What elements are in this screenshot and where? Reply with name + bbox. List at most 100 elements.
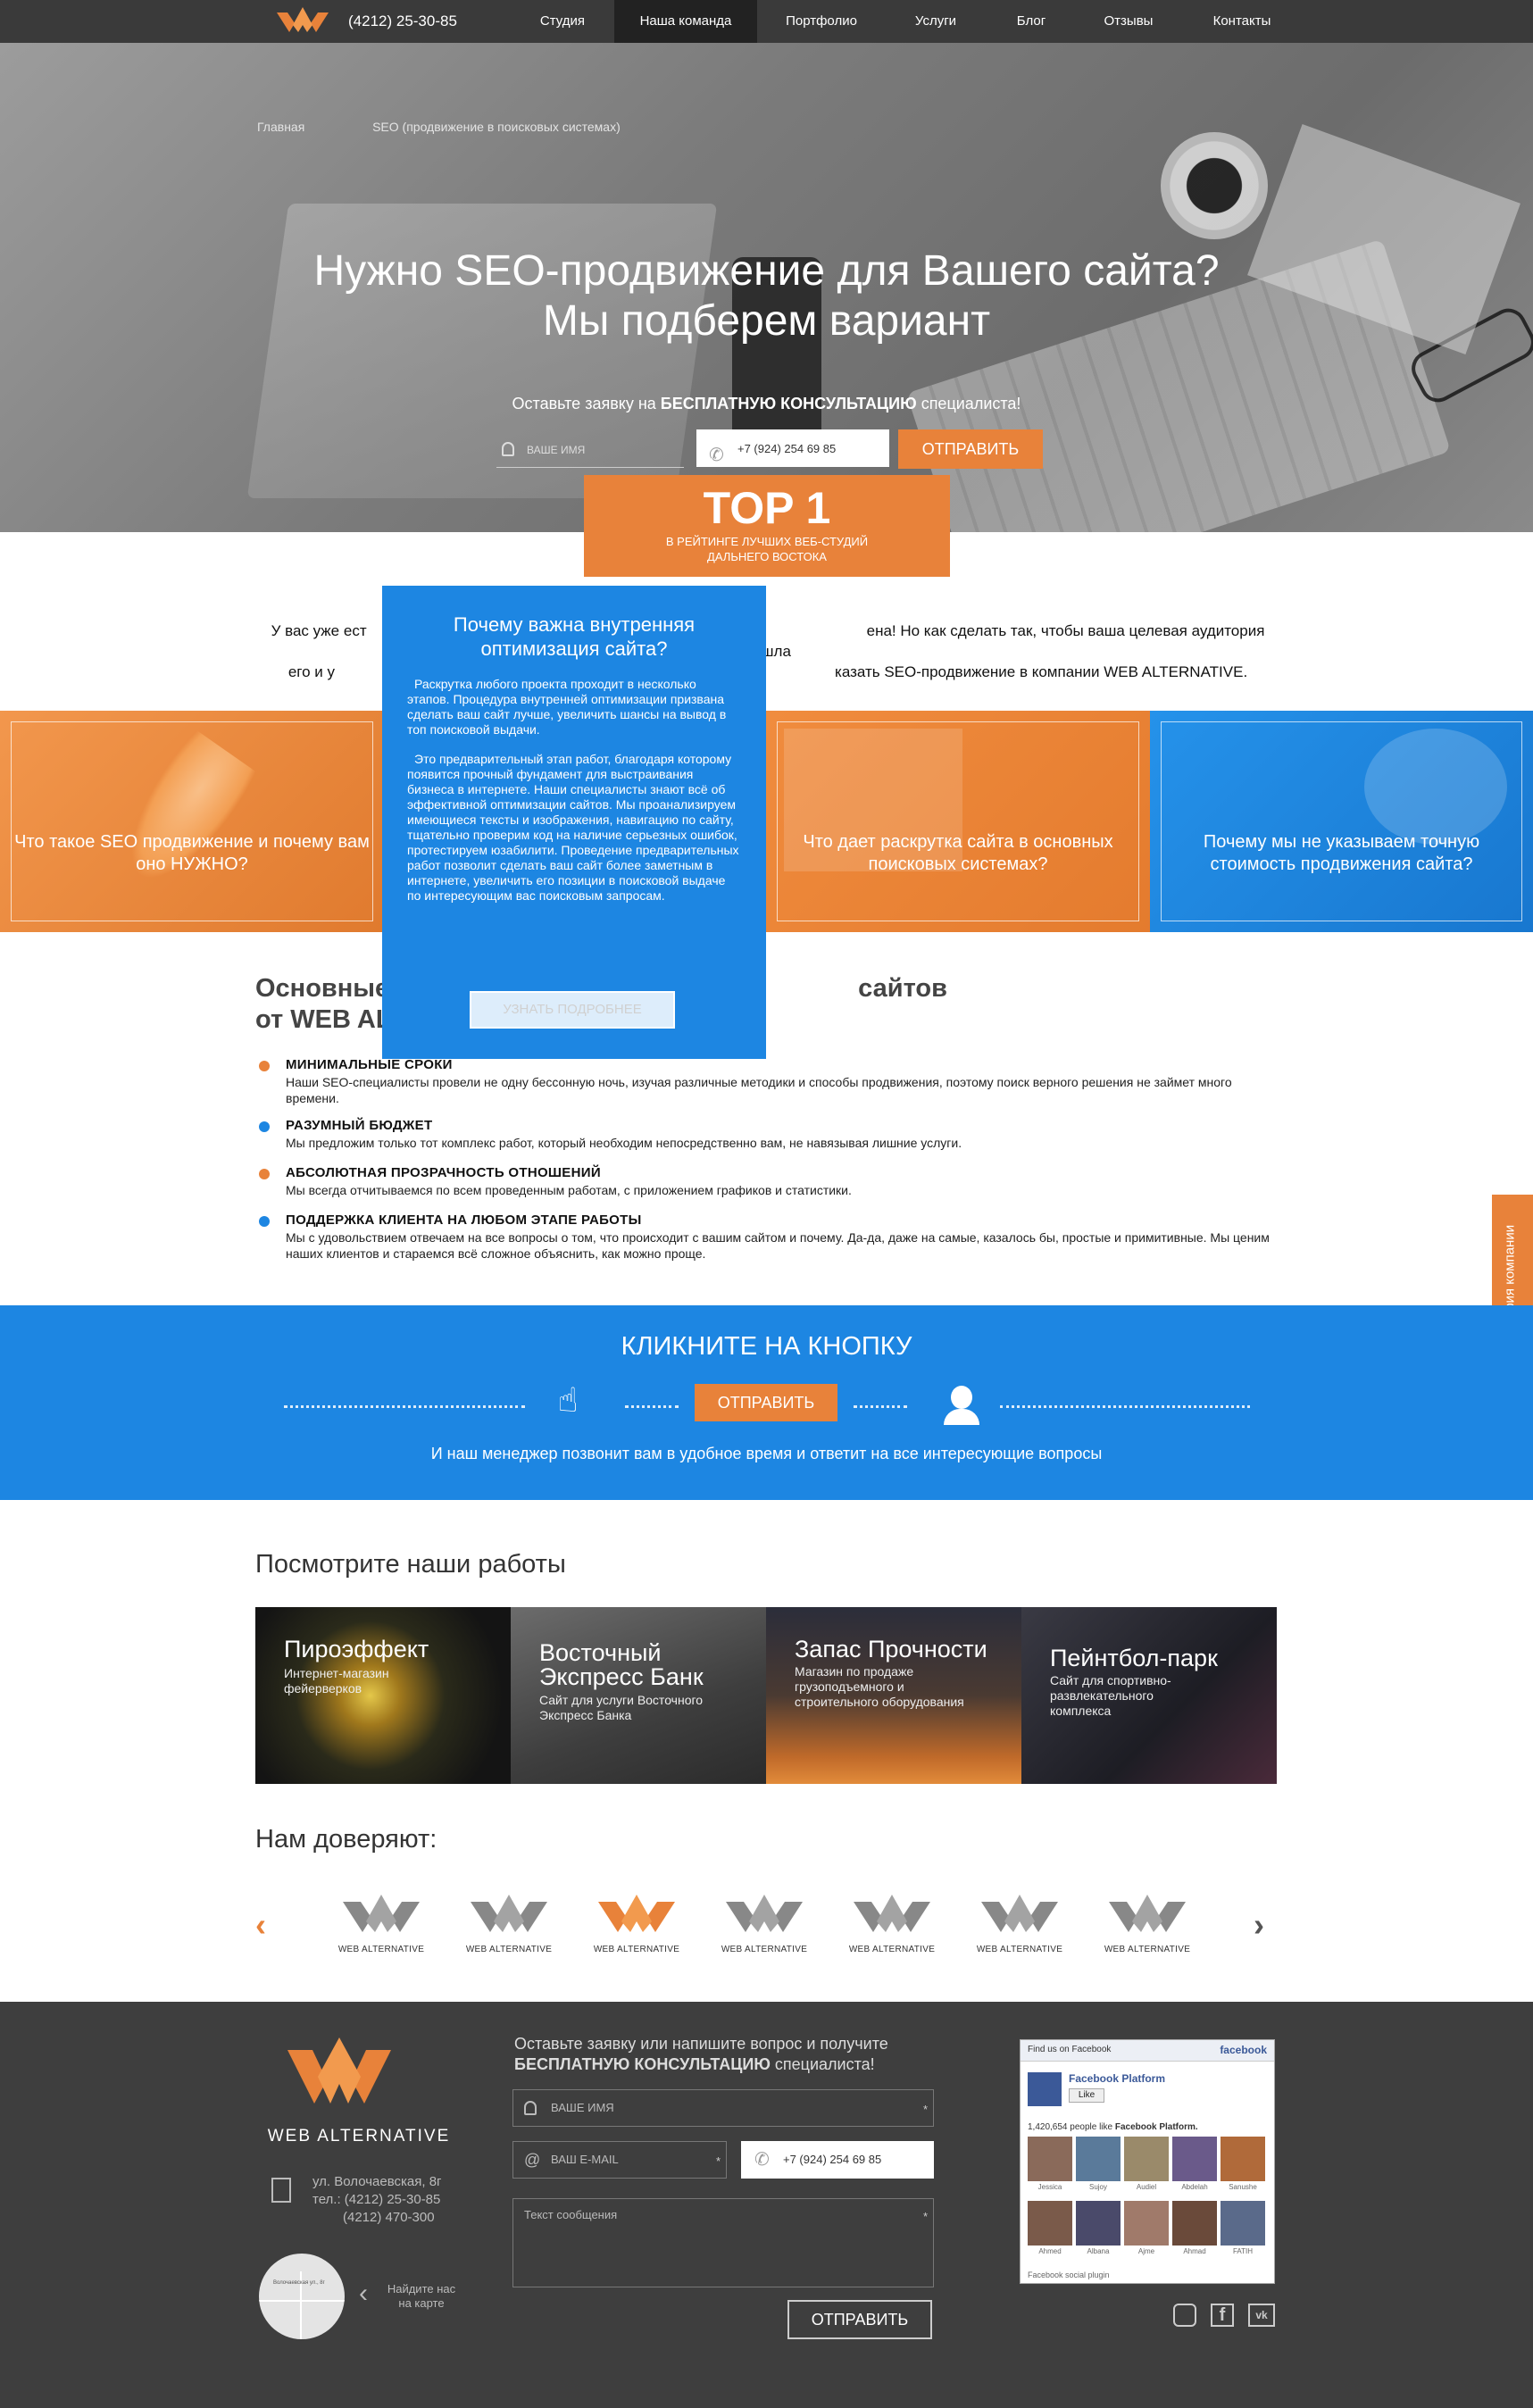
facebook-faces: Jessica Sujoy Audiel Abdelah Sanushe Ahmed Alb… (1028, 2137, 1269, 2271)
advantage-text: Наши SEO-специалисты провели не одну бес… (286, 1075, 1232, 1105)
work-card-title: Запас Прочности (795, 1636, 987, 1662)
nav-item-reviews[interactable]: Отзывы (1082, 0, 1175, 43)
phone-icon: ✆ (754, 2150, 770, 2170)
facebook-fan[interactable]: Ahmad (1172, 2201, 1217, 2262)
work-card[interactable]: Запас Прочности Магазин по продаже грузо… (766, 1607, 1021, 1784)
footer-submit-button[interactable]: ОТПРАВИТЬ (787, 2300, 932, 2339)
bullet-dot (259, 1169, 270, 1179)
advantage-text: Мы предложим только тот комплекс работ, … (286, 1136, 962, 1150)
facebook-like-count-text: 1,420,654 people like (1028, 2122, 1113, 2132)
facebook-widget: Find us on Facebook facebook Facebook Pl… (1020, 2039, 1275, 2284)
footer-map-link[interactable]: Найдите нас на карте (384, 2282, 459, 2311)
top1-title: TOP 1 (703, 483, 831, 533)
facebook-plugin-label: Facebook social plugin (1028, 2271, 1110, 2279)
nav-item-team[interactable]: Наша команда (614, 0, 757, 43)
tile-what-is-seo[interactable]: Что такое SEO продвижение и почему вам о… (0, 711, 384, 932)
hero-phone-input[interactable]: ✆ +7 (924) 254 69 85 (696, 429, 889, 467)
nav-item-portfolio[interactable]: Портфолио (768, 0, 875, 43)
client-logo[interactable]: WEB ALTERNATIVE (1091, 1895, 1204, 1954)
facebook-fan[interactable]: Albana (1076, 2201, 1121, 2262)
work-card-desc: Магазин по продаже грузоподъемного и стр… (795, 1664, 964, 1709)
chevron-left-icon: ‹ (359, 2279, 368, 2308)
footer-name-input[interactable]: ВАШЕ ИМЯ * (512, 2089, 934, 2127)
operator-icon (939, 1382, 984, 1427)
footer-map-thumbnail[interactable]: Волочаевская ул., 8г (259, 2254, 345, 2339)
facebook-widget-header: Find us on Facebook facebook (1021, 2040, 1274, 2062)
vk-icon[interactable]: vk (1248, 2304, 1275, 2327)
footer-address-line: ул. Волочаевская, 8г (312, 2174, 442, 2189)
facebook-brand: facebook (1220, 2044, 1267, 2056)
facebook-fan[interactable]: Jessica (1028, 2137, 1072, 2197)
nav-item-contacts[interactable]: Контакты (1193, 0, 1291, 43)
dotted-line (284, 1405, 525, 1408)
client-logo[interactable]: WEB ALTERNATIVE (453, 1895, 565, 1954)
client-logo-icon (598, 1895, 675, 1932)
facebook-fan[interactable]: Sanushe (1221, 2137, 1265, 2197)
footer-map-label: Волочаевская ул., 8г (273, 2280, 325, 2286)
client-logo-label: WEB ALTERNATIVE (1104, 1945, 1191, 1954)
work-card[interactable]: Восточный Экспресс Банк Сайт для услуги … (511, 1607, 766, 1784)
footer-tel2: (4212) 470-300 (343, 2210, 435, 2225)
client-logo[interactable]: WEB ALTERNATIVE (580, 1895, 693, 1954)
phone-icon: ✆ (709, 446, 724, 465)
client-logo[interactable]: WEB ALTERNATIVE (836, 1895, 948, 1954)
breadcrumb-home[interactable]: Главная (257, 120, 304, 134)
advantage-text: Мы всегда отчитываемся по всем проведенн… (286, 1183, 852, 1197)
facebook-page-name[interactable]: Facebook Platform (1069, 2072, 1165, 2085)
top1-badge: TOP 1 В РЕЙТИНГЕ ЛУЧШИХ ВЕБ-СТУДИЙ ДАЛЬН… (584, 475, 950, 577)
popup-paragraph-2: Это предварительный этап работ, благодар… (407, 752, 739, 903)
client-logo[interactable]: WEB ALTERNATIVE (325, 1895, 437, 1954)
client-logo-icon (1109, 1895, 1186, 1932)
facebook-widget-find: Find us on Facebook (1028, 2045, 1112, 2054)
hero-submit-button[interactable]: ОТПРАВИТЬ (898, 429, 1043, 469)
facebook-fan[interactable]: Ajme (1124, 2201, 1169, 2262)
footer-phone-input[interactable]: ✆ +7 (924) 254 69 85 (741, 2141, 934, 2179)
facebook-fan-avatar (1172, 2201, 1217, 2246)
facebook-fan[interactable]: Ahmed (1028, 2201, 1072, 2262)
carousel-prev-arrow-icon[interactable]: ‹ (255, 1909, 277, 1941)
client-logo[interactable]: WEB ALTERNATIVE (963, 1895, 1076, 1954)
tile-price[interactable]: Почему мы не указываем точную стоимость … (1150, 711, 1533, 932)
instagram-icon[interactable] (1173, 2304, 1196, 2327)
footer-address: ул. Волочаевская, 8г тел.: (4212) 25-30-… (312, 2173, 442, 2227)
work-card[interactable]: Пейнтбол-парк Сайт для спортивно-развлек… (1021, 1607, 1277, 1784)
footer-logo-icon[interactable] (286, 2037, 393, 2109)
facebook-fan-name: Ajme (1137, 2247, 1155, 2255)
facebook-fan[interactable]: Sujoy (1076, 2137, 1121, 2197)
breadcrumb: Главная SEO (продвижение в поисковых сис… (257, 120, 621, 134)
footer-email-input[interactable]: @ ВАШ E-MAIL * (512, 2141, 727, 2179)
footer-message-textarea[interactable]: Текст сообщения * (512, 2198, 934, 2287)
facebook-fan[interactable]: FATIH (1221, 2201, 1265, 2262)
intro-line2a: его и у (287, 663, 336, 680)
header-phone[interactable]: (4212) 25-30-85 (348, 12, 457, 30)
facebook-fan[interactable]: Abdelah (1172, 2137, 1217, 2197)
facebook-fan-name: Albana (1087, 2247, 1110, 2255)
nav-item-blog[interactable]: Блог (991, 0, 1071, 43)
bullet-dot (259, 1121, 270, 1132)
footer-tel1: тел.: (4212) 25-30-85 (312, 2192, 441, 2207)
breadcrumb-current: SEO (продвижение в поисковых системах) (372, 120, 621, 134)
facebook-fan-avatar (1221, 2201, 1265, 2246)
client-logo-label: WEB ALTERNATIVE (848, 1945, 936, 1954)
nav-item-services[interactable]: Услуги (893, 0, 979, 43)
facebook-fan-name: Abdelah (1181, 2183, 1208, 2191)
facebook-fan[interactable]: Audiel (1124, 2137, 1169, 2197)
facebook-fan-avatar (1221, 2137, 1265, 2181)
popup-more-button[interactable]: УЗНАТЬ ПОДРОБНЕЕ (470, 991, 675, 1029)
facebook-icon[interactable]: f (1211, 2304, 1234, 2327)
work-card-desc: Сайт для спортивно-развлекательного комп… (1050, 1673, 1171, 1718)
client-logo-icon (726, 1895, 803, 1932)
work-card[interactable]: Пироэффект Интернет-магазин фейерверков (255, 1607, 511, 1784)
facebook-fan-name: Sujoy (1088, 2183, 1107, 2191)
nav-item-studio[interactable]: Студия (527, 0, 598, 43)
hero-name-input[interactable]: ВАШЕ ИМЯ (496, 430, 684, 468)
facebook-like-button[interactable]: Like (1069, 2088, 1104, 2103)
trust-title: Нам доверяют: (255, 1825, 437, 1854)
client-logo-label: WEB ALTERNATIVE (593, 1945, 680, 1954)
cta-submit-button[interactable]: ОТПРАВИТЬ (695, 1384, 837, 1421)
logo-icon[interactable] (275, 7, 330, 36)
hero-name-placeholder: ВАШЕ ИМЯ (527, 444, 586, 456)
tile-search-engines[interactable]: Что дает раскрутка сайта в основных поис… (766, 711, 1150, 932)
client-logo[interactable]: WEB ALTERNATIVE (708, 1895, 821, 1954)
carousel-next-arrow-icon[interactable]: › (1254, 1909, 1275, 1941)
